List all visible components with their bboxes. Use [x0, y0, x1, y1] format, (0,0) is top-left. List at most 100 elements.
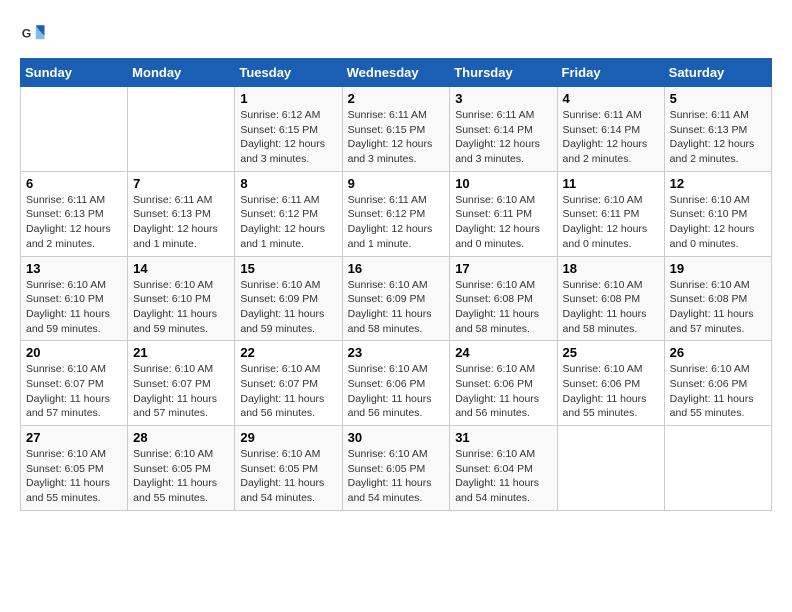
day-number: 1	[240, 91, 336, 106]
day-number: 31	[455, 430, 551, 445]
column-header-tuesday: Tuesday	[235, 59, 342, 87]
day-number: 12	[670, 176, 766, 191]
day-number: 23	[348, 345, 445, 360]
calendar-cell	[557, 426, 664, 511]
day-info: Sunrise: 6:11 AMSunset: 6:14 PMDaylight:…	[455, 108, 551, 167]
day-info: Sunrise: 6:10 AMSunset: 6:08 PMDaylight:…	[455, 278, 551, 337]
day-number: 29	[240, 430, 336, 445]
day-info: Sunrise: 6:11 AMSunset: 6:13 PMDaylight:…	[26, 193, 122, 252]
day-number: 3	[455, 91, 551, 106]
day-number: 7	[133, 176, 229, 191]
calendar-cell: 4 Sunrise: 6:11 AMSunset: 6:14 PMDaylight…	[557, 87, 664, 172]
day-info: Sunrise: 6:10 AMSunset: 6:09 PMDaylight:…	[240, 278, 336, 337]
day-number: 30	[348, 430, 445, 445]
day-number: 28	[133, 430, 229, 445]
calendar-cell: 1 Sunrise: 6:12 AMSunset: 6:15 PMDaylight…	[235, 87, 342, 172]
column-header-wednesday: Wednesday	[342, 59, 450, 87]
calendar-cell: 3 Sunrise: 6:11 AMSunset: 6:14 PMDaylight…	[450, 87, 557, 172]
day-number: 27	[26, 430, 122, 445]
day-info: Sunrise: 6:10 AMSunset: 6:05 PMDaylight:…	[133, 447, 229, 506]
day-info: Sunrise: 6:10 AMSunset: 6:05 PMDaylight:…	[240, 447, 336, 506]
day-info: Sunrise: 6:10 AMSunset: 6:06 PMDaylight:…	[348, 362, 445, 421]
day-number: 25	[563, 345, 659, 360]
day-info: Sunrise: 6:11 AMSunset: 6:15 PMDaylight:…	[348, 108, 445, 167]
day-info: Sunrise: 6:10 AMSunset: 6:07 PMDaylight:…	[133, 362, 229, 421]
day-info: Sunrise: 6:10 AMSunset: 6:10 PMDaylight:…	[133, 278, 229, 337]
calendar-cell: 7 Sunrise: 6:11 AMSunset: 6:13 PMDaylight…	[128, 171, 235, 256]
day-info: Sunrise: 6:10 AMSunset: 6:05 PMDaylight:…	[348, 447, 445, 506]
day-info: Sunrise: 6:10 AMSunset: 6:11 PMDaylight:…	[563, 193, 659, 252]
calendar-cell: 29 Sunrise: 6:10 AMSunset: 6:05 PMDayligh…	[235, 426, 342, 511]
calendar-cell: 30 Sunrise: 6:10 AMSunset: 6:05 PMDayligh…	[342, 426, 450, 511]
calendar-cell: 6 Sunrise: 6:11 AMSunset: 6:13 PMDaylight…	[21, 171, 128, 256]
calendar-cell: 17 Sunrise: 6:10 AMSunset: 6:08 PMDayligh…	[450, 256, 557, 341]
day-info: Sunrise: 6:10 AMSunset: 6:04 PMDaylight:…	[455, 447, 551, 506]
calendar-cell: 23 Sunrise: 6:10 AMSunset: 6:06 PMDayligh…	[342, 341, 450, 426]
calendar-cell: 26 Sunrise: 6:10 AMSunset: 6:06 PMDayligh…	[664, 341, 771, 426]
calendar-cell: 27Sunrise: 6:10 AMSunset: 6:05 PMDayligh…	[21, 426, 128, 511]
calendar-cell: 18Sunrise: 6:10 AMSunset: 6:08 PMDayligh…	[557, 256, 664, 341]
column-header-friday: Friday	[557, 59, 664, 87]
calendar-cell: 13 Sunrise: 6:10 AMSunset: 6:10 PMDayligh…	[21, 256, 128, 341]
day-number: 13	[26, 261, 122, 276]
day-number: 9	[348, 176, 445, 191]
calendar-cell: 20 Sunrise: 6:10 AMSunset: 6:07 PMDayligh…	[21, 341, 128, 426]
calendar-cell: 14 Sunrise: 6:10 AMSunset: 6:10 PMDayligh…	[128, 256, 235, 341]
day-info: Sunrise: 6:10 AMSunset: 6:09 PMDaylight:…	[348, 278, 445, 337]
day-number: 26	[670, 345, 766, 360]
calendar-cell: 2 Sunrise: 6:11 AMSunset: 6:15 PMDaylight…	[342, 87, 450, 172]
day-number: 15	[240, 261, 336, 276]
calendar-cell: 5 Sunrise: 6:11 AMSunset: 6:13 PMDaylight…	[664, 87, 771, 172]
calendar-cell: 11 Sunrise: 6:10 AMSunset: 6:11 PMDayligh…	[557, 171, 664, 256]
day-info: Sunrise: 6:10 AMSunset: 6:08 PMDaylight:…	[670, 278, 766, 337]
day-info: Sunrise: 6:11 AMSunset: 6:12 PMDaylight:…	[348, 193, 445, 252]
day-info: Sunrise: 6:10 AMSunset: 6:07 PMDaylight:…	[26, 362, 122, 421]
calendar-cell: 16 Sunrise: 6:10 AMSunset: 6:09 PMDayligh…	[342, 256, 450, 341]
day-number: 6	[26, 176, 122, 191]
day-info: Sunrise: 6:11 AMSunset: 6:13 PMDaylight:…	[133, 193, 229, 252]
day-number: 8	[240, 176, 336, 191]
day-info: Sunrise: 6:11 AMSunset: 6:13 PMDaylight:…	[670, 108, 766, 167]
calendar-cell: 8Sunrise: 6:11 AMSunset: 6:12 PMDaylight…	[235, 171, 342, 256]
day-number: 20	[26, 345, 122, 360]
day-number: 11	[563, 176, 659, 191]
day-number: 22	[240, 345, 336, 360]
day-number: 16	[348, 261, 445, 276]
calendar-cell: 21 Sunrise: 6:10 AMSunset: 6:07 PMDayligh…	[128, 341, 235, 426]
calendar-table: SundayMondayTuesdayWednesdayThursdayFrid…	[20, 58, 772, 511]
page-header: G	[20, 20, 772, 48]
day-number: 10	[455, 176, 551, 191]
day-number: 4	[563, 91, 659, 106]
calendar-cell	[21, 87, 128, 172]
day-number: 2	[348, 91, 445, 106]
day-info: Sunrise: 6:10 AMSunset: 6:06 PMDaylight:…	[670, 362, 766, 421]
calendar-cell: 22Sunrise: 6:10 AMSunset: 6:07 PMDayligh…	[235, 341, 342, 426]
day-info: Sunrise: 6:10 AMSunset: 6:06 PMDaylight:…	[563, 362, 659, 421]
calendar-cell: 28 Sunrise: 6:10 AMSunset: 6:05 PMDayligh…	[128, 426, 235, 511]
calendar-cell: 9 Sunrise: 6:11 AMSunset: 6:12 PMDaylight…	[342, 171, 450, 256]
day-number: 5	[670, 91, 766, 106]
day-number: 24	[455, 345, 551, 360]
day-info: Sunrise: 6:10 AMSunset: 6:08 PMDaylight:…	[563, 278, 659, 337]
day-number: 21	[133, 345, 229, 360]
svg-text:G: G	[22, 27, 32, 41]
calendar-cell: 24 Sunrise: 6:10 AMSunset: 6:06 PMDayligh…	[450, 341, 557, 426]
day-info: Sunrise: 6:11 AMSunset: 6:14 PMDaylight:…	[563, 108, 659, 167]
logo-icon: G	[20, 20, 48, 48]
day-info: Sunrise: 6:10 AMSunset: 6:11 PMDaylight:…	[455, 193, 551, 252]
column-header-sunday: Sunday	[21, 59, 128, 87]
calendar-cell: 10 Sunrise: 6:10 AMSunset: 6:11 PMDayligh…	[450, 171, 557, 256]
day-info: Sunrise: 6:10 AMSunset: 6:10 PMDaylight:…	[26, 278, 122, 337]
column-header-saturday: Saturday	[664, 59, 771, 87]
calendar-cell: 19Sunrise: 6:10 AMSunset: 6:08 PMDayligh…	[664, 256, 771, 341]
day-number: 17	[455, 261, 551, 276]
calendar-cell	[664, 426, 771, 511]
calendar-cell	[128, 87, 235, 172]
calendar-cell: 31 Sunrise: 6:10 AMSunset: 6:04 PMDayligh…	[450, 426, 557, 511]
day-number: 14	[133, 261, 229, 276]
day-info: Sunrise: 6:12 AMSunset: 6:15 PMDaylight:…	[240, 108, 336, 167]
day-info: Sunrise: 6:10 AMSunset: 6:06 PMDaylight:…	[455, 362, 551, 421]
calendar-cell: 12 Sunrise: 6:10 AMSunset: 6:10 PMDayligh…	[664, 171, 771, 256]
logo: G	[20, 20, 52, 48]
day-info: Sunrise: 6:10 AMSunset: 6:10 PMDaylight:…	[670, 193, 766, 252]
